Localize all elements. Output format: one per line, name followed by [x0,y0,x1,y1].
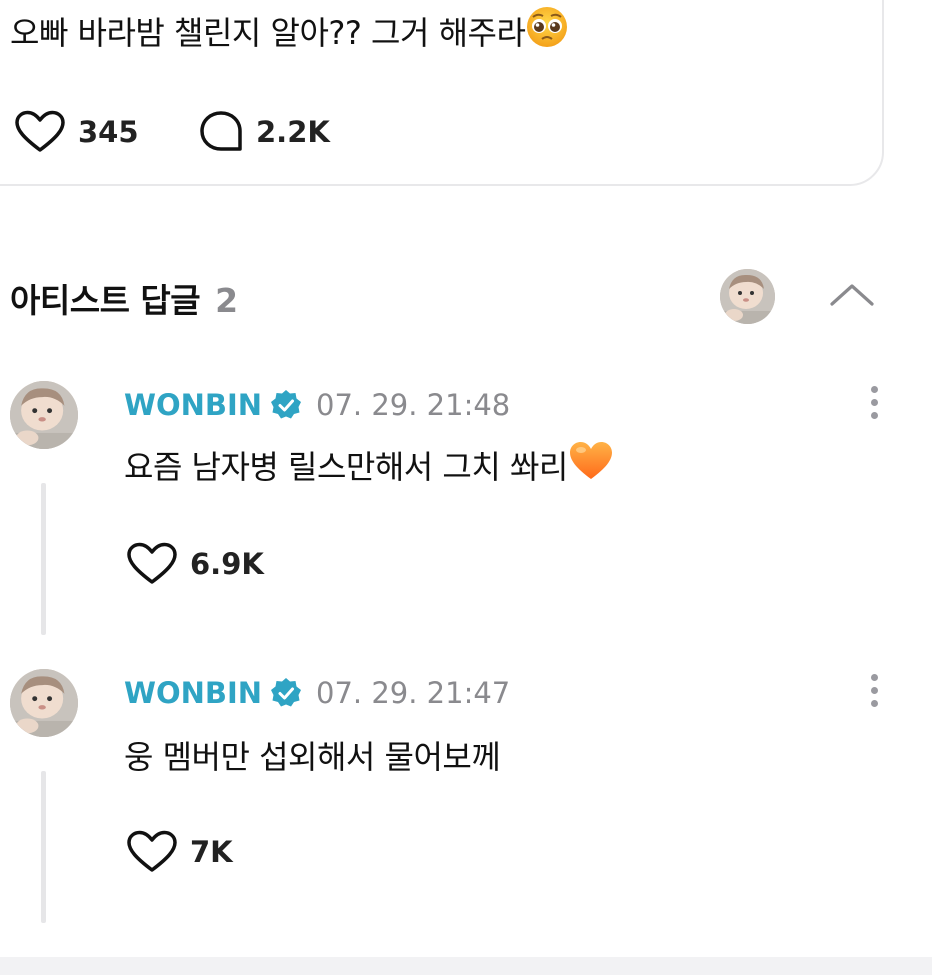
avatar-image [720,269,775,324]
reply-2-text: 웅 멤버만 섭외해서 물어보께 [124,738,501,776]
more-dot [871,399,878,406]
reply-2-more-button[interactable] [871,674,878,707]
verified-badge-icon [271,678,302,707]
avatar-image [10,669,78,737]
reply-2-author[interactable]: WONBIN [124,676,302,710]
reply-2-like-count: 7K [190,835,233,869]
artist-replies-count: 2 [215,281,238,320]
bottom-bar [0,957,932,975]
orange-heart-icon [568,440,614,490]
reply-2-date: 07. 29. 21:47 [316,676,511,710]
heart-icon [15,110,65,152]
reply-2-like-button[interactable]: 7K [126,830,233,874]
post-comment-button[interactable]: 2.2K [198,110,330,154]
verified-badge-icon [271,390,302,419]
more-dot [871,700,878,707]
reply-1-thread-line [41,483,46,635]
more-dot [871,674,878,681]
reply-1-more-button[interactable] [871,386,878,419]
pleading-face-icon [525,5,569,57]
avatar-image [10,381,78,449]
author-name: WONBIN [124,676,263,710]
post-comment-count: 2.2K [256,115,330,149]
chevron-up-icon [830,284,874,306]
reply-1-like-button[interactable]: 6.9K [126,542,264,586]
collapse-button[interactable] [826,278,878,314]
post-like-button[interactable]: 345 [14,110,139,154]
more-dot [871,386,878,393]
heart-icon [127,830,177,872]
post-text-content: 오빠 바라밤 챌린지 알아?? 그거 해주라 [10,14,526,52]
reply-1-text: 요즘 남자병 릴스만해서 그치 쏴리 [124,442,614,494]
reply-2-avatar[interactable] [10,669,78,737]
heart-icon [127,542,177,584]
post-text: 오빠 바라밤 챌린지 알아?? 그거 해주라 [10,5,569,61]
post-like-count: 345 [78,115,139,149]
reply-1-date: 07. 29. 21:48 [316,388,511,422]
artist-avatar-stack[interactable] [720,269,775,324]
reply-1-avatar[interactable] [10,381,78,449]
more-dot [871,412,878,419]
reply-1-text-content: 요즘 남자병 릴스만해서 그치 쏴리 [124,448,568,486]
author-name: WONBIN [124,388,263,422]
reply-1-like-count: 6.9K [190,547,264,581]
reply-1-author[interactable]: WONBIN [124,388,302,422]
artist-replies-title: 아티스트 답글 2 [10,274,238,322]
reply-2-thread-line [41,771,46,923]
more-dot [871,687,878,694]
comment-bubble-icon [200,111,242,151]
section-title-label: 아티스트 답글 [10,281,201,320]
